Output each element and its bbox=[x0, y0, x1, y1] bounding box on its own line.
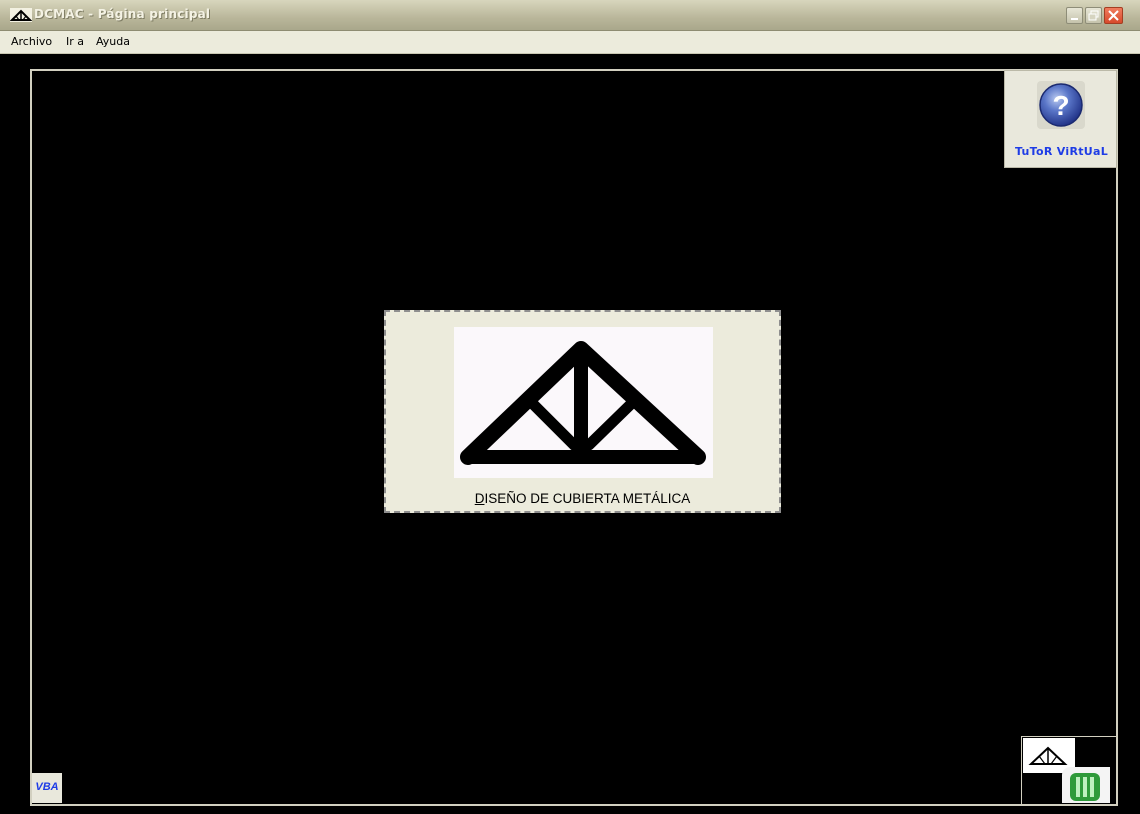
svg-text:?: ? bbox=[1052, 90, 1069, 121]
tutor-virtual-button[interactable]: ? TuToR ViRtUaL bbox=[1004, 70, 1117, 168]
tutor-label: TuToR ViRtUaL bbox=[1014, 145, 1109, 158]
app-window: DCMAC - Página principal Archivo Ir a Ay… bbox=[0, 0, 1140, 814]
help-question-icon: ? bbox=[1037, 81, 1085, 129]
app-logo-icon bbox=[10, 8, 32, 22]
window-title: DCMAC - Página principal bbox=[34, 7, 211, 21]
title-bar[interactable]: DCMAC - Página principal bbox=[0, 0, 1140, 31]
menu-ir-a[interactable]: Ir a bbox=[66, 35, 84, 48]
maximize-button[interactable] bbox=[1085, 7, 1102, 24]
close-icon bbox=[1108, 10, 1119, 21]
menu-bar: Archivo Ir a Ayuda bbox=[0, 31, 1140, 54]
university-logo-icon bbox=[1070, 773, 1100, 801]
restore-icon bbox=[1088, 10, 1099, 21]
dcmac-logo bbox=[1021, 736, 1117, 805]
card-label: DISEÑO DE CUBIERTA METÁLICA bbox=[474, 491, 691, 506]
roof-truss-icon bbox=[460, 341, 706, 465]
minimize-button[interactable] bbox=[1066, 7, 1083, 24]
vba-label: VBA bbox=[35, 781, 59, 793]
vba-button[interactable]: VBA bbox=[32, 773, 62, 803]
menu-ayuda[interactable]: Ayuda bbox=[96, 35, 130, 48]
logo-green-panel bbox=[1062, 767, 1110, 803]
diseno-cubierta-button[interactable]: DISEÑO DE CUBIERTA METÁLICA bbox=[384, 310, 781, 513]
close-button[interactable] bbox=[1104, 7, 1123, 24]
truss-image bbox=[454, 327, 713, 478]
minimize-icon bbox=[1071, 18, 1078, 20]
menu-archivo[interactable]: Archivo bbox=[11, 35, 52, 48]
